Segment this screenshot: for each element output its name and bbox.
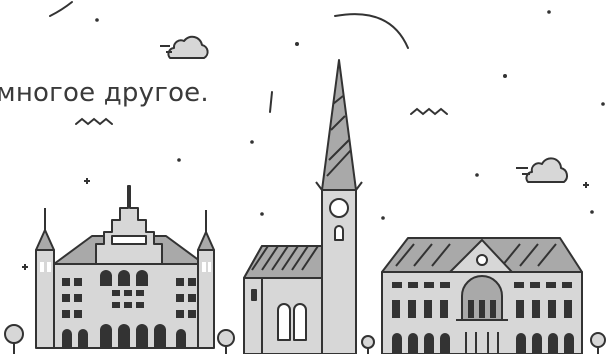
arc-line-left [49,1,73,17]
palace-building [381,237,583,354]
wave-icon [410,107,448,116]
illustration-canvas: многое другое. [0,0,607,354]
wave-icon [75,117,113,126]
arc-line [334,13,409,49]
caption-tick [269,91,273,113]
city-skyline-illustration [4,1,606,354]
sky-decorations [49,1,448,126]
church-building [243,59,363,354]
town-hall-building [35,185,215,349]
cloud-icon [160,35,568,183]
